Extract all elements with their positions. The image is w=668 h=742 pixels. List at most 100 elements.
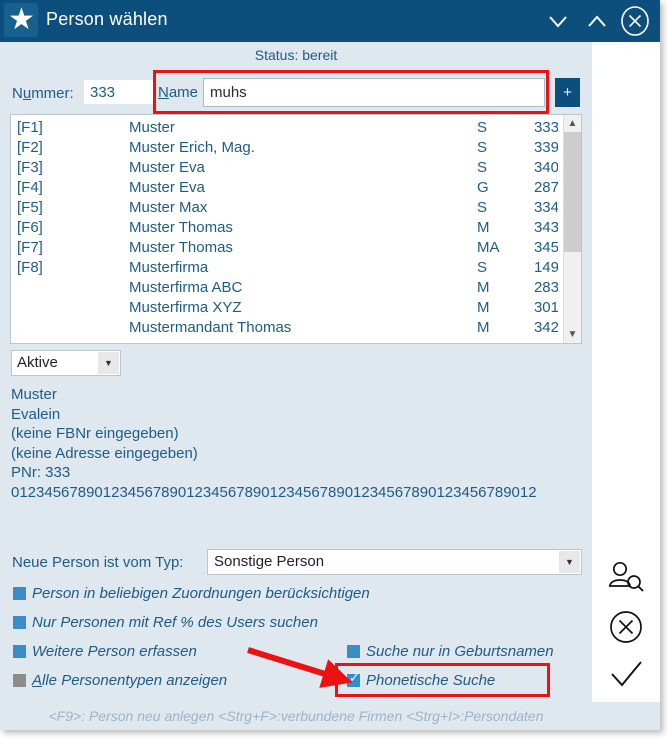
- add-person-button[interactable]: +: [555, 78, 580, 107]
- row-number: 345: [533, 239, 558, 256]
- nummer-input[interactable]: 333: [84, 80, 155, 104]
- row-type: M: [477, 279, 490, 296]
- row-number: 283: [533, 279, 558, 296]
- new-person-type-value: Sonstige Person: [214, 553, 325, 570]
- row-key: [F4]: [17, 179, 43, 196]
- row-type: S: [477, 259, 488, 276]
- new-person-type-select[interactable]: Sonstige Person ▼: [207, 549, 582, 575]
- result-list-scrollbar[interactable]: ▲ ▼: [563, 115, 581, 343]
- row-key: [F8]: [17, 259, 43, 276]
- detail-line: Muster: [11, 386, 57, 403]
- table-row[interactable]: [F4] Muster Eva G 287: [11, 179, 558, 199]
- table-row[interactable]: [F2] Muster Erich, Mag. S 339: [11, 139, 558, 159]
- nummer-label: Nummer:: [12, 85, 74, 102]
- footer-bar: <F9>: Person neu anlegen <Strg+F>:verbun…: [0, 702, 660, 730]
- row-number: 334: [533, 199, 558, 216]
- table-row[interactable]: [F8] Musterfirma S 149: [11, 259, 558, 279]
- detail-line: 0123456789012345678901234567890123456789…: [11, 483, 537, 501]
- maximize-button[interactable]: [580, 4, 614, 38]
- table-row[interactable]: Musterfirma XYZ M 301: [11, 299, 558, 319]
- row-type: G: [477, 179, 489, 196]
- row-name: Musterfirma XYZ: [129, 299, 242, 316]
- new-person-type-label: Neue Person ist vom Typ:: [12, 554, 184, 571]
- result-rows-clip: [F1] Muster S 333 [F2] Muster Erich, Mag. S 339…: [11, 119, 558, 341]
- star-icon: ★: [4, 3, 38, 37]
- checkbox-box[interactable]: [13, 674, 26, 687]
- checkbox-box[interactable]: [13, 587, 26, 600]
- scrollbar-thumb[interactable]: [564, 132, 581, 252]
- row-name: Muster: [129, 119, 175, 136]
- checkbox-label: Alle Personentypen anzeigen: [32, 672, 228, 689]
- table-row[interactable]: [F7] Muster Thomas MA 345: [11, 239, 558, 259]
- row-type: M: [477, 299, 490, 316]
- person-result-list[interactable]: [F1] Muster S 333 [F2] Muster Erich, Mag. S 339…: [10, 114, 582, 344]
- table-row[interactable]: Mustermandant Thomas M 342: [11, 319, 558, 339]
- row-name: Muster Erich, Mag.: [129, 139, 255, 156]
- row-name: Musterfirma ABC: [129, 279, 243, 296]
- row-name: Muster Eva: [129, 159, 205, 176]
- checkbox-label: Suche nur in Geburtsnamen: [366, 643, 554, 660]
- cancel-icon[interactable]: [603, 604, 649, 650]
- checkbox-label: Person in beliebigen Zuordnungen berücks…: [32, 585, 370, 602]
- row-key: [F6]: [17, 219, 43, 236]
- detail-line: (keine Adresse eingegeben): [11, 444, 198, 462]
- checkbox-label: Nur Personen mit Ref % des Users suchen: [32, 614, 318, 631]
- confirm-icon[interactable]: [603, 652, 649, 698]
- title-bar: ★ Person wählen: [0, 0, 660, 42]
- person-detail-block: Muster Evalein (keine FBNr eingegeben) (kei…: [11, 385, 586, 502]
- table-row[interactable]: [F3] Muster Eva S 340: [11, 159, 558, 179]
- name-label: Name: [158, 84, 199, 101]
- close-button[interactable]: [618, 4, 652, 38]
- detail-line: PNr: 333: [11, 464, 71, 481]
- checkbox-box[interactable]: ✓: [347, 671, 360, 687]
- check-icon: ✓: [349, 671, 360, 686]
- person-search-icon[interactable]: [603, 556, 649, 602]
- row-type: S: [477, 139, 488, 156]
- state-filter-value: Aktive: [17, 354, 58, 371]
- table-row[interactable]: Musterfirma ABC M 283: [11, 279, 558, 299]
- table-row[interactable]: [F1] Muster S 333: [11, 119, 558, 139]
- row-number: 333: [533, 119, 558, 136]
- row-type: MA: [477, 239, 500, 256]
- row-number: 340: [533, 159, 558, 176]
- row-number: 342: [533, 319, 558, 336]
- window-controls: [541, 4, 652, 38]
- name-input[interactable]: muhs: [203, 78, 545, 107]
- row-name: Muster Thomas: [129, 239, 233, 256]
- table-row[interactable]: [F5] Muster Max S 334: [11, 199, 558, 219]
- row-type: S: [477, 199, 488, 216]
- star-glyph: ★: [8, 2, 35, 37]
- row-type: S: [477, 119, 488, 136]
- scroll-down-icon[interactable]: ▼: [564, 326, 581, 343]
- row-name: Muster Max: [129, 199, 208, 216]
- checkbox-box[interactable]: [13, 645, 26, 658]
- row-key: [F7]: [17, 239, 43, 256]
- action-rail: [592, 42, 660, 702]
- chevron-down-icon[interactable]: ▼: [559, 551, 580, 573]
- row-number: 339: [533, 139, 558, 156]
- checkbox-box[interactable]: [347, 645, 360, 658]
- row-number: 301: [533, 299, 558, 316]
- chevron-down-icon[interactable]: ▼: [98, 352, 119, 374]
- checkbox-box[interactable]: [13, 616, 26, 629]
- table-row[interactable]: [F6] Muster Thomas M 343: [11, 219, 558, 239]
- checkbox-label: Weitere Person erfassen: [32, 643, 197, 660]
- row-name: Muster Thomas: [129, 219, 233, 236]
- row-type: M: [477, 219, 490, 236]
- row-number: 149: [533, 259, 558, 276]
- row-name: Muster Eva: [129, 179, 205, 196]
- scroll-up-icon[interactable]: ▲: [564, 115, 581, 132]
- detail-line: Evalein: [11, 405, 61, 423]
- row-type: S: [477, 159, 488, 176]
- minimize-button[interactable]: [541, 4, 575, 38]
- detail-line: (keine FBNr eingegeben): [11, 425, 179, 442]
- row-key: [F3]: [17, 159, 43, 176]
- checkbox-label: Phonetische Suche: [366, 672, 496, 689]
- person-select-dialog: ★ Person wählen Status: bereit Nummer: 3…: [0, 0, 660, 730]
- row-key: [F2]: [17, 139, 43, 156]
- state-filter-select[interactable]: Aktive ▼: [11, 350, 121, 376]
- window-title: Person wählen: [46, 9, 168, 29]
- row-type: M: [477, 319, 490, 336]
- row-number: 343: [533, 219, 558, 236]
- row-name: Mustermandant Thomas: [129, 319, 292, 336]
